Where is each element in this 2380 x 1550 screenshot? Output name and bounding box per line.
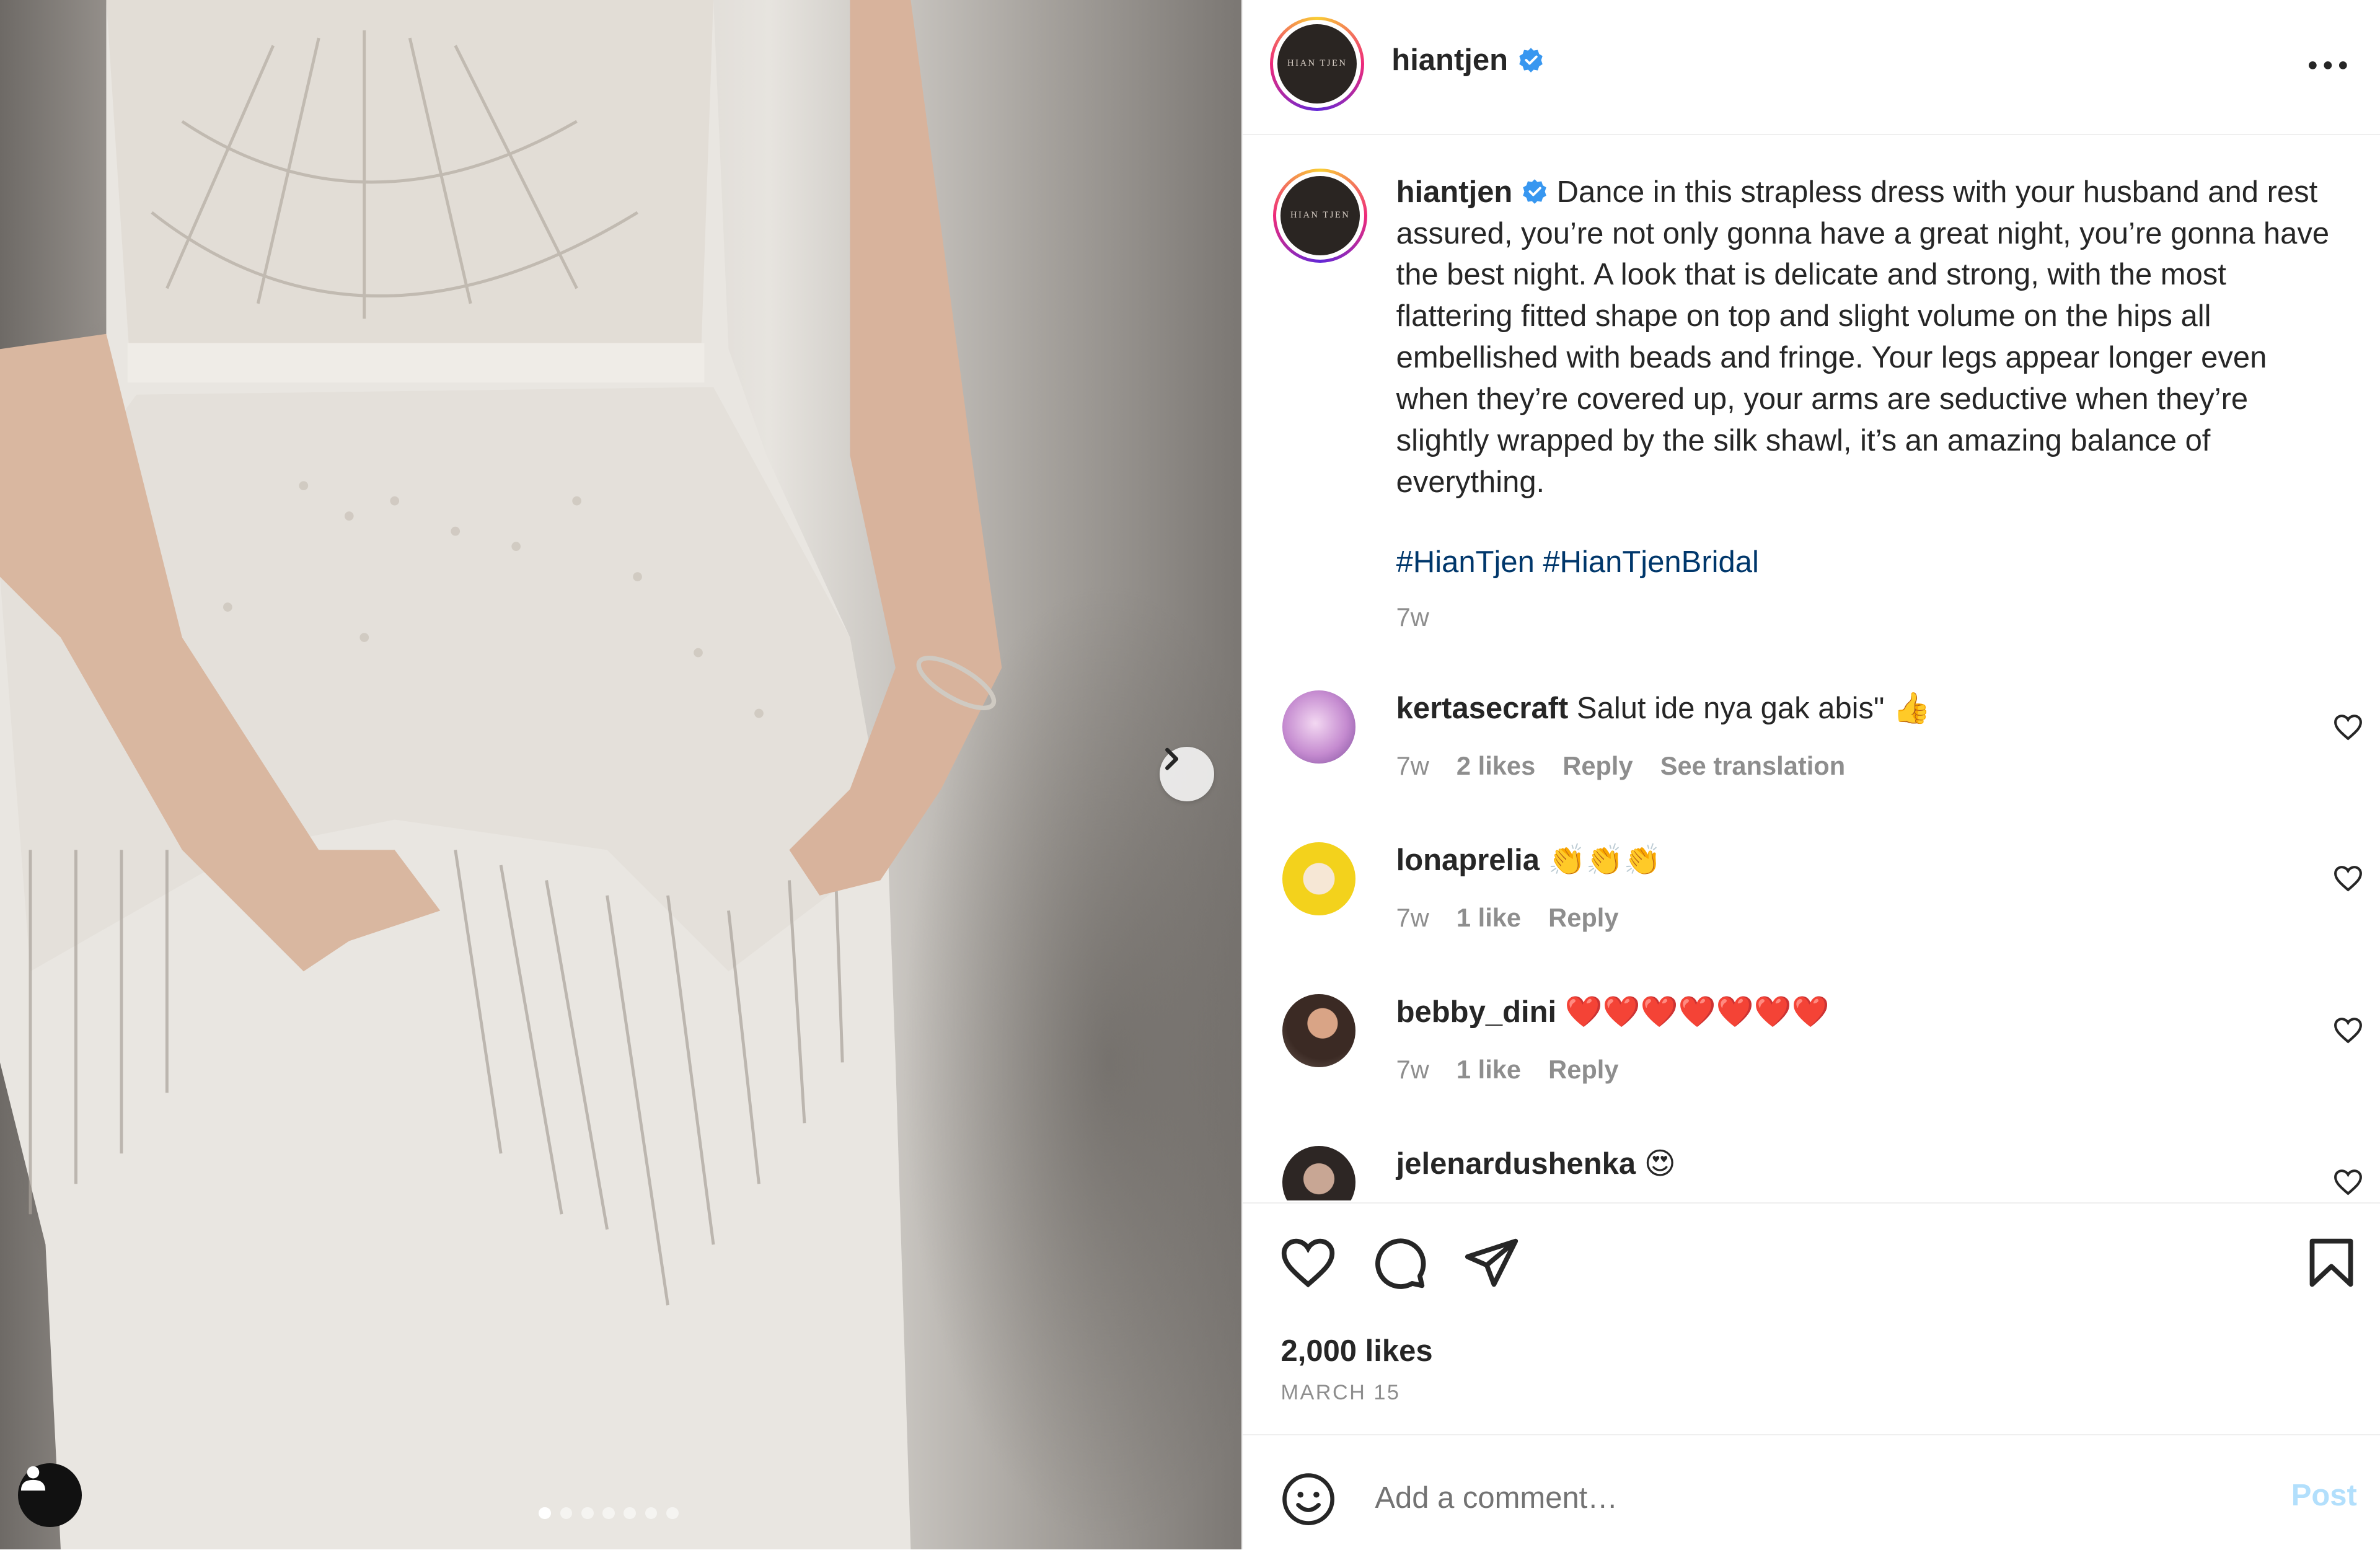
post-detail-panel: HIAN TJEN hiantjen HIAN TJEN hiantjen Da…	[1241, 0, 2380, 1550]
comment-text: Salut ide nya gak abis" 👍	[1576, 692, 1931, 726]
caption-avatar[interactable]: HIAN TJEN	[1273, 168, 1368, 263]
commenter-avatar[interactable]	[1282, 842, 1355, 915]
post-image[interactable]	[0, 0, 1242, 1550]
comment-text: 👏👏👏	[1548, 843, 1662, 878]
commenter-avatar[interactable]	[1282, 1145, 1355, 1201]
share-paper-plane-icon[interactable]	[1463, 1234, 1520, 1292]
user-icon	[21, 1466, 46, 1491]
comment-item: jelenardushenka 😍	[1243, 1145, 2380, 1201]
comment-likes[interactable]: 1 like	[1457, 1055, 1521, 1085]
avatar-logo-text: HIAN TJEN	[1290, 210, 1351, 221]
caption-username[interactable]: hiantjen	[1396, 175, 1513, 209]
carousel-dot	[560, 1507, 573, 1520]
comment-time[interactable]: 7w	[1396, 1055, 1429, 1085]
reply-button[interactable]: Reply	[1548, 1055, 1618, 1085]
post-header: HIAN TJEN hiantjen	[1243, 0, 2380, 135]
comment-username[interactable]: kertasecraft	[1396, 692, 1569, 725]
caption-text: Dance in this strapless dress with your …	[1396, 175, 2330, 499]
comment-username[interactable]: bebby_dini	[1396, 995, 1556, 1029]
comment-likes[interactable]: 1 like	[1457, 903, 1521, 933]
tagged-users-button[interactable]	[18, 1463, 82, 1527]
commenter-avatar[interactable]	[1282, 690, 1355, 764]
comment-text: 😍	[1644, 1147, 1676, 1181]
caption-hashtags: #HianTjen #HianTjenBridal	[1396, 545, 1759, 579]
hashtag-link[interactable]: #HianTjen	[1396, 545, 1535, 579]
post-comment-button[interactable]: Post	[2291, 1478, 2357, 1513]
like-comment-icon[interactable]	[2333, 863, 2363, 894]
caption-timestamp[interactable]: 7w	[1396, 602, 1429, 632]
carousel-dot	[624, 1507, 637, 1520]
comment-item: kertasecraft Salut ide nya gak abis" 👍 7…	[1243, 690, 2380, 827]
carousel-dot	[602, 1507, 615, 1520]
add-comment-bar: Post	[1243, 1434, 2380, 1549]
like-heart-icon[interactable]	[1279, 1234, 1337, 1292]
comment-likes[interactable]: 2 likes	[1457, 751, 1535, 781]
carousel-dot	[666, 1507, 679, 1520]
comment-item: lonaprelia 👏👏👏 7w 1 like Reply	[1243, 842, 2380, 979]
reply-button[interactable]: Reply	[1562, 751, 1633, 781]
chevron-right-icon	[1165, 747, 1179, 770]
hashtag-link[interactable]: #HianTjenBridal	[1543, 545, 1758, 579]
ellipsis-icon	[2309, 61, 2348, 69]
carousel-dot	[581, 1507, 594, 1520]
comment-time[interactable]: 7w	[1396, 751, 1429, 781]
avatar-logo-text: HIAN TJEN	[1287, 58, 1347, 69]
carousel-indicator	[539, 1507, 679, 1520]
carousel-dot	[645, 1507, 658, 1520]
verified-badge-icon	[1519, 47, 1543, 73]
see-translation-button[interactable]: See translation	[1660, 751, 1845, 781]
emoji-smiley-icon[interactable]	[1281, 1472, 1336, 1526]
post-date[interactable]: MARCH 15	[1281, 1381, 1401, 1405]
comment-username[interactable]: lonaprelia	[1396, 843, 1540, 877]
reply-button[interactable]: Reply	[1548, 903, 1618, 933]
like-comment-icon[interactable]	[2333, 1167, 2363, 1197]
author-username[interactable]: hiantjen	[1391, 43, 1508, 77]
next-slide-button[interactable]	[1160, 746, 1215, 802]
author-avatar[interactable]: HIAN TJEN	[1270, 16, 1365, 111]
save-bookmark-icon[interactable]	[2303, 1234, 2360, 1292]
verified-badge-icon	[1523, 178, 1546, 204]
more-options-button[interactable]	[2306, 43, 2351, 88]
comment-input[interactable]	[1372, 1466, 2228, 1530]
post-caption: hiantjen Dance in this strapless dress w…	[1396, 172, 2337, 503]
like-comment-icon[interactable]	[2333, 712, 2363, 742]
comment-item: bebby_dini ❤️❤️❤️❤️❤️❤️❤️ 7w 1 like Repl…	[1243, 994, 2380, 1130]
commenter-avatar[interactable]	[1282, 994, 1355, 1067]
comment-bubble-icon[interactable]	[1370, 1234, 1428, 1292]
carousel-dot	[539, 1507, 551, 1520]
comment-time[interactable]: 7w	[1396, 903, 1429, 933]
comment-text: ❤️❤️❤️❤️❤️❤️❤️	[1564, 995, 1830, 1029]
like-comment-icon[interactable]	[2333, 1015, 2363, 1046]
likes-count[interactable]: 2,000 likes	[1281, 1334, 1433, 1368]
post-actions: 2,000 likes MARCH 15	[1243, 1202, 2380, 1434]
wedding-dress-photo	[0, 0, 1002, 1550]
comment-username[interactable]: jelenardushenka	[1396, 1147, 1636, 1181]
comments-section[interactable]: HIAN TJEN hiantjen Dance in this straple…	[1243, 135, 2380, 1201]
